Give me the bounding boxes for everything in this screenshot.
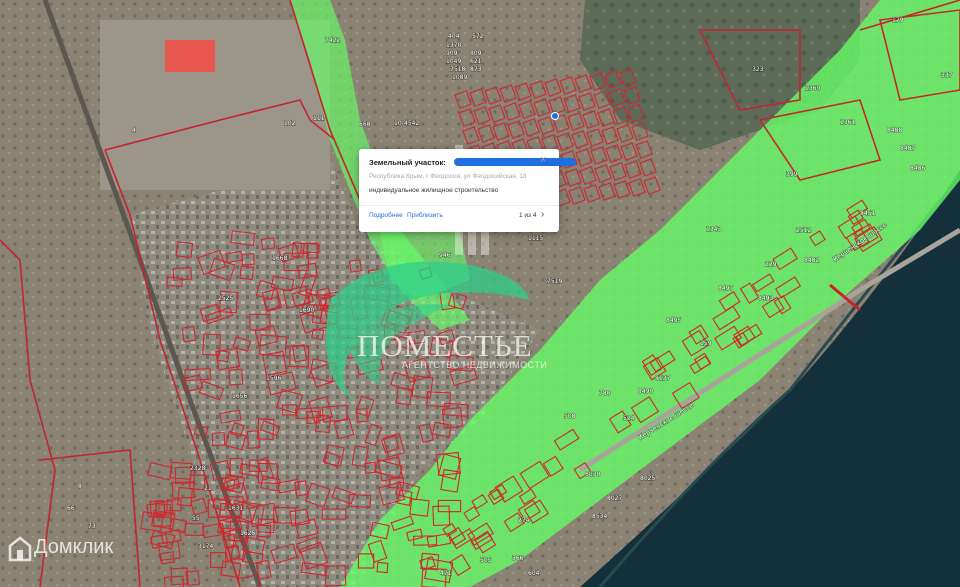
parcel-number-label: 274 [518,517,530,524]
parcel-number-label: 524 [623,415,635,422]
parcel-number-label: 2328 [190,465,205,472]
parcel-number-label: 1596 [266,375,281,382]
parcel-number-label: 1631 [228,505,243,512]
parcel-number-label: 1361 [840,119,855,126]
parcel-number-label: 8025 [640,475,655,482]
parcel-info-popup: Земельный участок: × Республика Крым, г … [359,149,576,232]
parcel-number-label: 1668 [272,255,287,262]
parcel-number-label: 8493 [758,295,773,302]
red-roof-building [165,40,215,72]
parcel-number-label: 323 [752,66,764,73]
parcel-number-label: 404 [448,33,460,40]
parcel-number-label: 1625 [240,530,255,537]
parcel-number-label: 1656 [232,393,247,400]
parcel-number-label: 505 [480,557,492,564]
parcel-number-label: 102 [284,120,296,127]
parcel-number-label: 8 [78,483,82,490]
parcel-number-label: 8486 [910,165,925,172]
parcel-number-label: 604 [528,570,540,577]
parcel-number-label: 8027 [607,495,622,502]
parcel-number-label: 4 [132,127,136,134]
parcel-number-label: 471 [440,570,452,577]
parcel-number-label: 10 [394,120,402,127]
parcel-number-label: 8490 [638,388,653,395]
parcel-number-label: 1089 [452,74,467,81]
parcel-number-label: 909 [446,50,458,57]
parcel-number-label: 21 [204,485,212,492]
parcel-number-label: 366 [512,555,524,562]
parcel-number-label: 572 [472,33,484,40]
parcel-number-label: 399 [786,171,798,178]
parcel-number-label: 337 [941,72,953,79]
parcel-number-label: 8488 [887,127,902,134]
watermark-tagline: АГЕНТСТВО НЕДВИЖИМОСТИ [402,360,548,370]
parcel-number-label: 946 [439,252,451,259]
parcel-number-label: 7422 [325,37,340,44]
parcel-number-label: 229 [765,261,777,268]
parcel-number-label: 508 [564,413,576,420]
parcel-number-label: 1360 [805,85,820,92]
parcel-number-label: 3174 [198,543,213,550]
parcel-number-label: 1049 [446,58,461,65]
popup-divider [359,205,559,206]
popup-highlight-bar [454,158,576,166]
parcel-number-label: 8534 [592,513,607,520]
parcel-number-label: 2512 [796,227,811,234]
parcel-number-label: 1690 [299,307,314,314]
parcel-number-label: 4542 [404,120,419,127]
parcel-number-label: 873 [470,66,482,73]
parcel-number-label: 7518 [450,66,465,73]
selected-point-marker[interactable] [551,112,559,120]
parcel-number-label: 809 [470,50,482,57]
parcel-number-label: 159 [700,340,712,347]
popup-purpose: индивидуальное жилищное строительство [369,187,499,194]
parcel-number-label: 780 [599,390,611,397]
parcel-number-label: 7519 [547,278,562,285]
parcel-number-label: 1343 [706,226,721,233]
watermark-brand: ПОМЕСТЬЕ [357,328,533,363]
popup-pager: 1 из 4 [519,212,537,219]
popup-title: Земельный участок: [369,158,446,167]
details-link[interactable]: Подробнее [369,212,403,219]
parcel-number-label: 8137 [655,375,670,382]
parcel-number-label: 668 [359,121,371,128]
parcel-number-label: 66 [67,505,75,512]
parcel-number-label: 73 [88,523,96,530]
domclick-logo-icon [8,536,32,562]
zoom-in-link[interactable]: Приблизить [407,212,443,219]
chevron-right-icon[interactable]: › [541,209,544,220]
parcel-number-label: 8497 [718,285,733,292]
parcel-number-label: 8495 [666,317,681,324]
parcel-number-label: 8482 [804,257,819,264]
parcel-number-label: 8487 [900,145,915,152]
cadastral-map[interactable]: 7422404 572137090910498096217518 873108966… [0,0,960,587]
popup-address: Республика Крым, г Феодосия, ул Феодосий… [369,173,527,180]
parcel-number-label: 1115 [528,235,543,242]
close-icon[interactable]: × [540,155,546,166]
domclick-watermark: Домклик [34,536,114,558]
parcel-number-label: 2525 [218,295,233,302]
parcel-number-label: 8030 [585,471,600,478]
parcel-number-label: 621 [470,58,482,65]
parcel-number-label: 8451 [860,210,875,217]
parcel-number-label: 1370 [446,42,461,49]
parcel-number-label: 111 [313,115,325,122]
parcel-number-label: 55 [192,515,200,522]
parcel-number-label: 179 [892,17,904,24]
